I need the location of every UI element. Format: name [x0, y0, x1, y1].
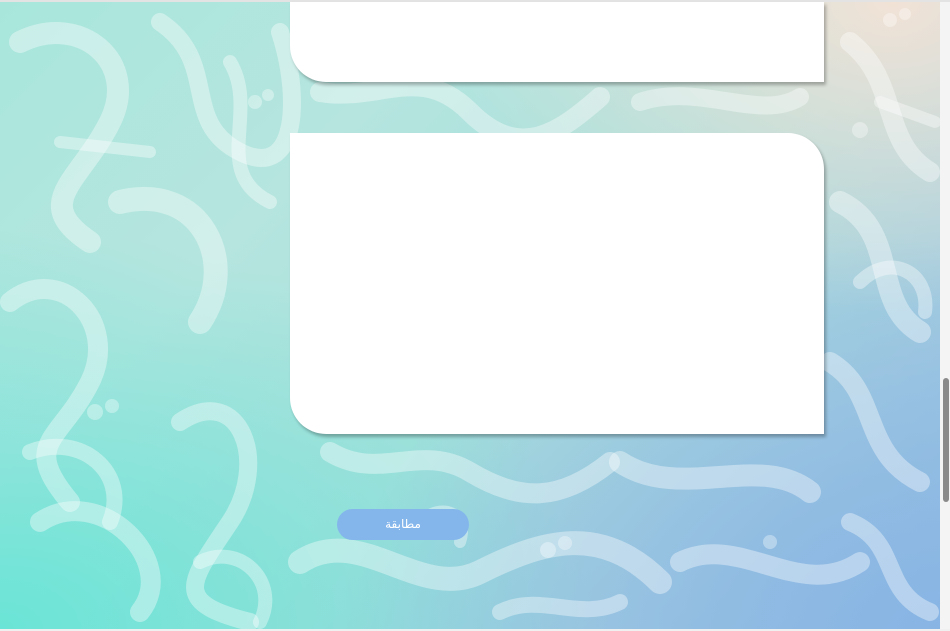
page-viewport: مطابقة — [0, 0, 950, 631]
vertical-scrollbar[interactable] — [940, 2, 950, 629]
content-panel-upper — [290, 2, 824, 82]
content-panel-main — [290, 133, 824, 434]
match-button[interactable]: مطابقة — [337, 509, 469, 540]
scrollbar-thumb[interactable] — [943, 378, 949, 502]
